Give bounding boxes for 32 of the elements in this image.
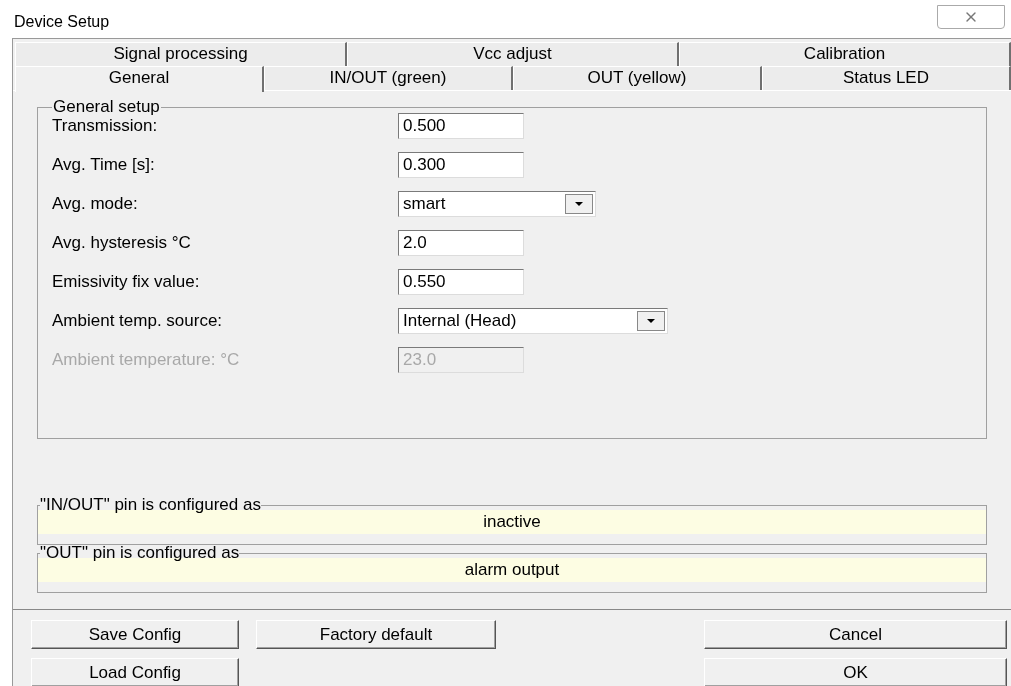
tab[interactable]: General: [15, 66, 264, 92]
info-title: "IN/OUT" pin is configured as: [40, 498, 261, 512]
input-field[interactable]: 0.550: [398, 268, 524, 295]
tab[interactable]: Signal processing: [15, 42, 347, 66]
info-title: "OUT" pin is configured as: [40, 546, 240, 560]
input-field[interactable]: 2.0: [398, 229, 524, 256]
dialog-button[interactable]: Cancel: [704, 620, 1007, 649]
tab[interactable]: OUT (yellow): [513, 66, 762, 90]
dialog-button[interactable]: Save Config: [31, 620, 239, 649]
field-label: Avg. Time [s]:: [52, 153, 156, 176]
field-label: Ambient temp. source:: [52, 309, 224, 332]
close-button[interactable]: [937, 5, 1005, 29]
field-label: Emissivity fix value:: [52, 270, 201, 293]
field-label: Transmission:: [52, 115, 159, 137]
dropdown[interactable]: smart: [398, 190, 596, 217]
group-title: General setup: [52, 99, 161, 115]
tab[interactable]: Status LED: [762, 66, 1011, 90]
tab[interactable]: IN/OUT (green): [264, 66, 513, 90]
caret-icon: [637, 310, 665, 331]
field-label: Ambient temperature: °C: [52, 348, 241, 371]
window-title: Device Setup: [14, 12, 110, 32]
field-label: Avg. mode:: [52, 192, 139, 215]
dialog-button[interactable]: OK: [704, 658, 1007, 686]
caret-icon: [565, 193, 593, 214]
tab[interactable]: Calibration: [679, 42, 1011, 66]
dialog-button[interactable]: Factory default: [256, 620, 496, 649]
input-field[interactable]: 0.300: [398, 151, 524, 178]
field-label: Avg. hysteresis °C: [52, 231, 192, 254]
input-field[interactable]: 0.500: [398, 112, 524, 139]
tab[interactable]: Vcc adjust: [347, 42, 679, 66]
dropdown[interactable]: Internal (Head): [398, 307, 668, 334]
dialog-button[interactable]: Load Config: [31, 658, 239, 686]
